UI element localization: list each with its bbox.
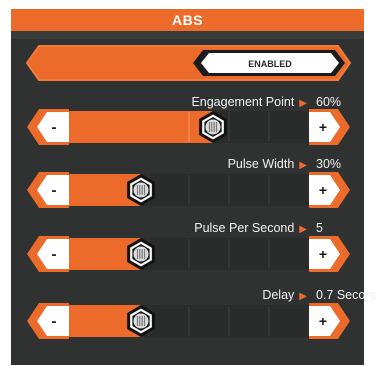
triangle-right-icon: ▶: [299, 224, 307, 235]
triangle-right-icon: ▶: [299, 160, 307, 171]
minus-icon: -: [52, 246, 57, 263]
pulse-per-second-row: Pulse Per Second ▶ 5: [11, 220, 323, 236]
pulse-per-second-value: 5: [316, 221, 323, 235]
plus-icon: +: [319, 182, 327, 198]
delay-row: Delay ▶ 0.7 Seconds: [11, 287, 376, 303]
panel-title: ABS: [11, 9, 364, 31]
plus-icon: +: [319, 313, 327, 329]
pulse-width-value: 30%: [316, 157, 342, 171]
pulse-width-slider: - +: [27, 172, 350, 208]
minus-icon: -: [52, 313, 57, 330]
delay-value: 0.7 Seconds: [316, 288, 376, 302]
pulse-per-second-label: Pulse Per Second: [194, 221, 295, 235]
pulse-width-row: Pulse Width ▶ 30%: [11, 156, 341, 172]
plus-icon: +: [319, 119, 327, 135]
title-divider: [11, 31, 364, 39]
delay-label: Delay: [262, 288, 295, 302]
delay-slider: - +: [27, 303, 350, 339]
triangle-right-icon: ▶: [299, 291, 307, 302]
minus-icon: -: [52, 119, 57, 136]
engagement-point-label: Engagement Point: [191, 95, 295, 109]
pulse-per-second-slider: - +: [27, 236, 350, 272]
minus-icon: -: [52, 182, 57, 199]
slider-fill: [69, 111, 213, 143]
abs-panel: ABS ENABLED Engagement Point ▶ 60% Pulse W…: [11, 9, 376, 365]
engagement-point-slider: - +: [27, 109, 350, 145]
pulse-width-label: Pulse Width: [227, 157, 295, 171]
plus-icon: +: [319, 246, 327, 262]
status-label: ENABLED: [248, 59, 292, 69]
enable-toggle[interactable]: ENABLED: [25, 44, 352, 82]
